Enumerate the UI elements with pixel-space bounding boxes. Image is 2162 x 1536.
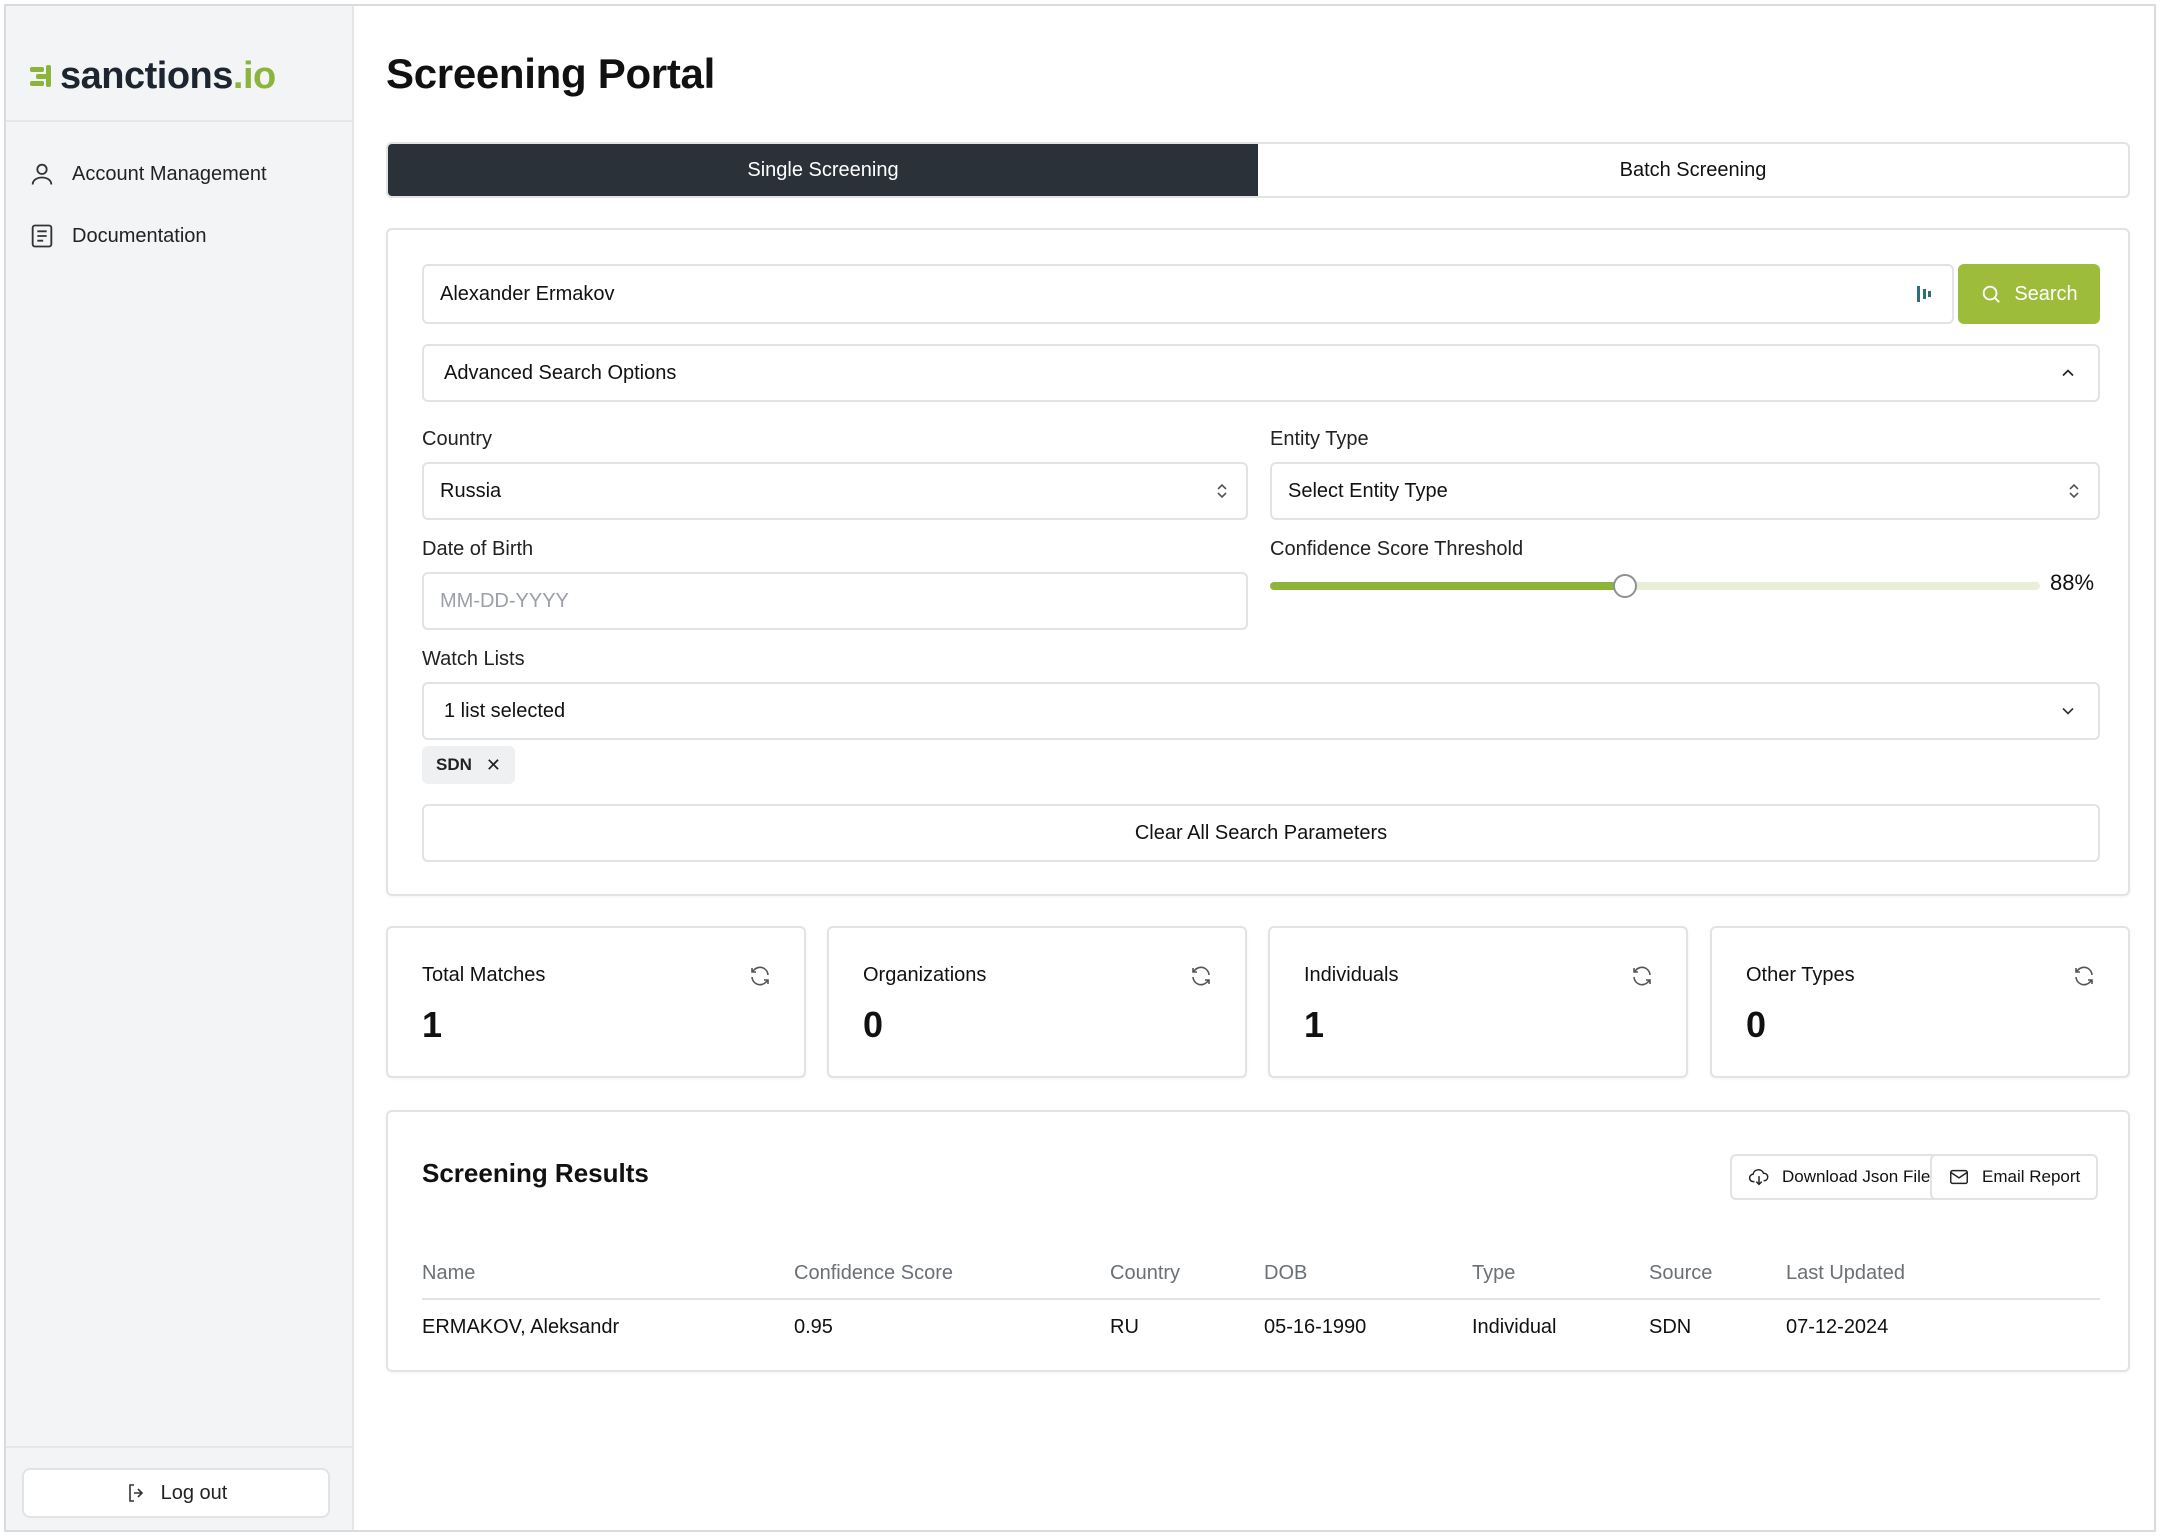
slider-thumb[interactable] [1613, 574, 1638, 598]
password-manager-icon[interactable] [1914, 282, 1936, 306]
entity-type-label: Entity Type [1270, 428, 1369, 450]
email-report-label: Email Report [1982, 1167, 2081, 1186]
stat-value: 0 [863, 1004, 884, 1045]
results-title: Screening Results [422, 1158, 649, 1188]
cell-country: RU [1110, 1316, 1139, 1338]
country-select[interactable]: Russia [422, 462, 1248, 520]
logo-mark-icon [28, 61, 54, 91]
refresh-icon[interactable] [1630, 964, 1654, 988]
stat-title: Total Matches [422, 964, 546, 986]
cell-name: ERMAKOV, Aleksandr [422, 1316, 620, 1338]
stat-card-individuals: Individuals 1 [1268, 926, 1688, 1078]
user-icon [31, 163, 53, 185]
cell-dob: 05-16-1990 [1264, 1316, 1367, 1338]
sidebar-item-documentation[interactable]: Documentation [28, 216, 267, 256]
sidebar-item-account-management[interactable]: Account Management [28, 154, 267, 194]
search-button[interactable]: Search [1958, 264, 2100, 324]
column-header-source[interactable]: Source [1649, 1262, 1712, 1285]
advanced-search-label: Advanced Search Options [444, 361, 677, 384]
dob-label: Date of Birth [422, 538, 534, 560]
column-header-dob[interactable]: DOB [1264, 1262, 1307, 1285]
sidebar-nav: Account Management Documentation [28, 154, 267, 278]
cell-last-updated: 07-12-2024 [1786, 1316, 1889, 1338]
search-input-value: Alexander Ermakov [440, 282, 615, 305]
download-json-label: Download Json File [1782, 1167, 1931, 1186]
brand-logo[interactable]: sanctions.io [28, 46, 276, 106]
search-icon [1983, 285, 2001, 303]
app-window: sanctions.io Account Management Document… [4, 4, 2156, 1532]
cloud-download-icon [1748, 1169, 1769, 1186]
brand-name: sanctions.io [60, 54, 276, 97]
search-input[interactable]: Alexander Ermakov [422, 264, 1954, 324]
watch-lists-value: 1 list selected [444, 699, 566, 722]
tab-batch-screening[interactable]: Batch Screening [1258, 144, 2128, 196]
refresh-icon[interactable] [2072, 964, 2096, 988]
stat-title: Organizations [863, 964, 987, 986]
search-panel: Alexander Ermakov Search Advanced Search… [386, 228, 2130, 896]
confidence-threshold-slider[interactable] [1270, 572, 2040, 600]
logout-icon [128, 1484, 143, 1502]
sidebar-divider [6, 120, 352, 122]
stat-card-organizations: Organizations 0 [827, 926, 1247, 1078]
confidence-threshold-label: Confidence Score Threshold [1270, 538, 1524, 560]
watch-list-chip-label: SDN [436, 755, 472, 774]
column-header-country[interactable]: Country [1110, 1262, 1180, 1285]
mail-icon [1950, 1169, 1968, 1185]
sidebar-item-label: Documentation [72, 224, 207, 247]
stat-value: 0 [1746, 1004, 1767, 1045]
document-icon [31, 224, 53, 248]
chevron-updown-icon [1217, 483, 1227, 499]
stat-value: 1 [422, 1004, 443, 1045]
results-table: Name Confidence Score Country DOB Type S… [422, 1246, 2100, 1354]
screening-tabs: Single Screening Batch Screening [386, 142, 2130, 198]
column-header-last-updated[interactable]: Last Updated [1786, 1262, 1905, 1285]
country-select-value: Russia [440, 479, 502, 502]
clear-parameters-button[interactable]: Clear All Search Parameters [422, 804, 2100, 862]
column-header-confidence[interactable]: Confidence Score [794, 1262, 953, 1285]
slider-fill [1270, 582, 1626, 590]
screening-results-panel: Screening Results Download Json File Ema… [386, 1110, 2130, 1372]
dob-input[interactable]: MM-DD-YYYY [422, 572, 1248, 630]
table-row[interactable]: ERMAKOV, Aleksandr 0.95 RU 05-16-1990 In… [422, 1300, 2100, 1354]
watch-lists-select[interactable]: 1 list selected [422, 682, 2100, 740]
search-button-label: Search [2014, 282, 2078, 305]
confidence-threshold-value: 88% [2050, 570, 2095, 595]
close-icon[interactable]: ✕ [486, 755, 501, 776]
chevron-down-icon [2062, 707, 2074, 715]
page-title: Screening Portal [386, 50, 715, 97]
cell-source: SDN [1649, 1316, 1692, 1338]
watch-lists-label: Watch Lists [422, 648, 525, 670]
cell-type: Individual [1472, 1316, 1557, 1338]
refresh-icon[interactable] [748, 964, 772, 988]
sidebar-item-label: Account Management [72, 162, 267, 185]
cell-confidence: 0.95 [794, 1316, 833, 1338]
watch-list-chip: SDN ✕ [422, 746, 515, 784]
sidebar-divider [6, 1446, 352, 1448]
table-header-row: Name Confidence Score Country DOB Type S… [422, 1246, 2100, 1300]
stat-card-other-types: Other Types 0 [1710, 926, 2130, 1078]
dob-placeholder: MM-DD-YYYY [440, 589, 569, 612]
download-json-button[interactable]: Download Json File [1730, 1154, 1949, 1200]
sidebar: sanctions.io Account Management Document… [6, 6, 354, 1530]
advanced-search-toggle[interactable]: Advanced Search Options [422, 344, 2100, 402]
country-label: Country [422, 428, 493, 450]
logout-button[interactable]: Log out [22, 1468, 330, 1518]
email-report-button[interactable]: Email Report [1930, 1154, 2099, 1200]
stat-value: 1 [1304, 1004, 1325, 1045]
refresh-icon[interactable] [1189, 964, 1213, 988]
stat-title: Other Types [1746, 964, 1855, 986]
chevron-up-icon [2062, 369, 2074, 377]
tab-single-screening[interactable]: Single Screening [388, 144, 1258, 196]
entity-type-select[interactable]: Select Entity Type [1270, 462, 2100, 520]
column-header-type[interactable]: Type [1472, 1262, 1515, 1285]
chevron-updown-icon [2069, 483, 2079, 499]
column-header-name[interactable]: Name [422, 1262, 475, 1285]
logout-label: Log out [160, 1481, 228, 1504]
entity-type-select-value: Select Entity Type [1288, 479, 1448, 502]
stat-card-total-matches: Total Matches 1 [386, 926, 806, 1078]
stat-title: Individuals [1304, 964, 1399, 986]
